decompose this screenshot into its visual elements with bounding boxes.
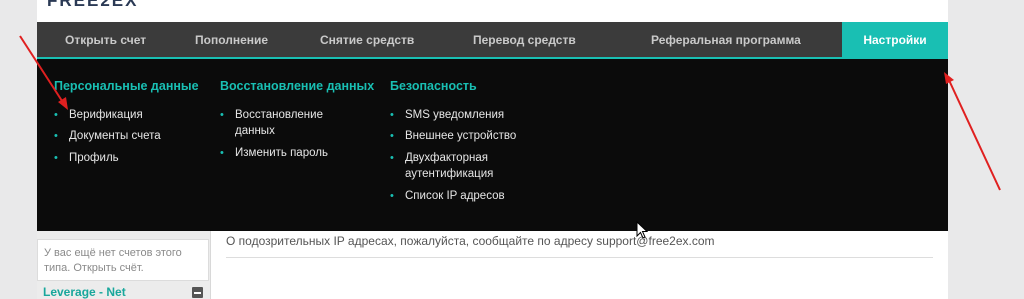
nav-item-withdraw[interactable]: Снятие средств (320, 22, 414, 59)
leverage-net-row[interactable]: Leverage - Net (37, 283, 211, 299)
menu-item-data-recovery[interactable]: Восстановление данных (220, 107, 345, 139)
header: FREE2EX (37, 0, 948, 22)
annotation-arrow-right-icon (944, 72, 1001, 191)
nav-item-open-account[interactable]: Открыть счет (65, 22, 146, 59)
logo[interactable]: FREE2EX (47, 0, 138, 11)
nav-item-settings[interactable]: Настройки (842, 22, 948, 59)
nav-item-referral[interactable]: Реферальная программа (651, 22, 801, 59)
menu-heading-data-recovery: Восстановление данных (220, 79, 375, 93)
menu-item-ip-list[interactable]: Список IP адресов (390, 188, 505, 204)
menu-item-change-password[interactable]: Изменить пароль (220, 145, 328, 161)
annotation-arrow-left-icon (19, 35, 68, 110)
accounts-sidebar: У вас ещё нет счетов этого типа. Открыть… (37, 231, 211, 299)
menu-item-two-factor-auth[interactable]: Двухфакторная аутентификация (390, 150, 515, 182)
menu-item-account-documents[interactable]: Документы счета (54, 128, 161, 144)
menu-heading-personal-data: Персональные данные (54, 79, 199, 93)
nav-item-transfer[interactable]: Перевод средств (473, 22, 576, 59)
page: FREE2EX Открыть счет Пополнение Снятие с… (37, 0, 948, 299)
menu-item-external-device[interactable]: Внешнее устройство (390, 128, 516, 144)
menu-item-profile[interactable]: Профиль (54, 150, 119, 166)
menu-item-verification[interactable]: Верификация (54, 107, 143, 123)
collapse-icon[interactable] (192, 287, 203, 298)
settings-mega-menu: Персональные данные Верификация Документ… (37, 59, 948, 231)
divider (226, 257, 933, 258)
menu-heading-security: Безопасность (390, 79, 477, 93)
nav-item-deposit[interactable]: Пополнение (195, 22, 268, 59)
leverage-net-label: Leverage - Net (43, 285, 126, 299)
menu-item-sms-notifications[interactable]: SMS уведомления (390, 107, 504, 123)
mouse-cursor-icon (636, 221, 648, 239)
main-nav: Открыть счет Пополнение Снятие средств П… (37, 22, 948, 59)
no-accounts-notice[interactable]: У вас ещё нет счетов этого типа. Открыть… (37, 239, 209, 281)
